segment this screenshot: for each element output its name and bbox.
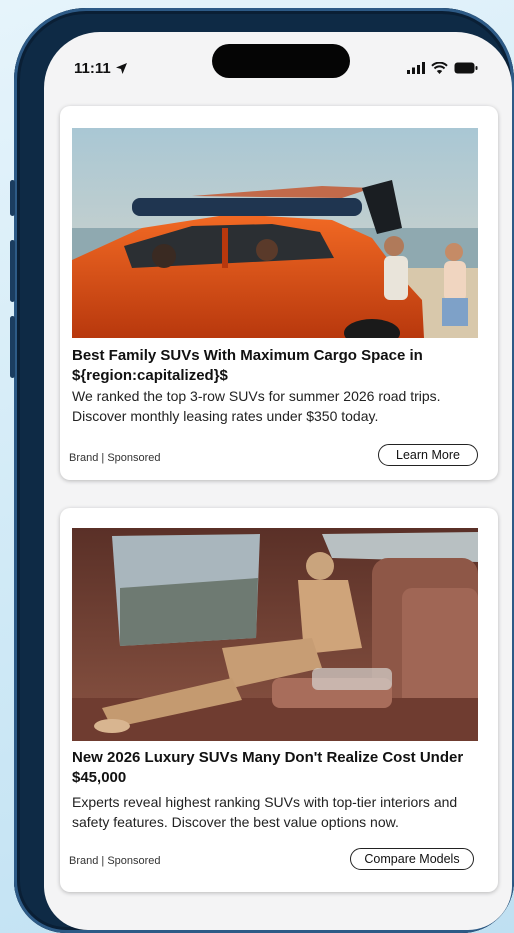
ad-description[interactable]: Experts reveal highest ranking SUVs with… <box>72 792 484 832</box>
phone-frame: 11:11 Best Family SUVs With Maximum Carg… <box>10 8 514 933</box>
ad-image-orange-suv[interactable] <box>72 128 478 338</box>
ad-headline[interactable]: New 2026 Luxury SUVs Many Don't Realize … <box>72 748 482 788</box>
phone-screen: 11:11 Best Family SUVs With Maximum Carg… <box>44 32 512 930</box>
signal-icon <box>407 62 425 74</box>
status-time-text: 11:11 <box>74 60 111 77</box>
mute-switch <box>10 180 15 216</box>
ad-brand-label: Brand | Sponsored <box>69 452 161 464</box>
wifi-icon <box>431 62 448 74</box>
status-bar: 11:11 <box>44 32 512 102</box>
ad-headline[interactable]: Best Family SUVs With Maximum Cargo Spac… <box>72 346 482 386</box>
location-arrow-icon <box>115 63 127 74</box>
ad-description[interactable]: We ranked the top 3-row SUVs for summer … <box>72 386 484 426</box>
ad-card[interactable]: New 2026 Luxury SUVs Many Don't Realize … <box>60 508 498 892</box>
ad-image-luxury-interior[interactable] <box>72 528 478 741</box>
status-time: 11:11 <box>74 60 128 77</box>
volume-up-button <box>10 240 15 302</box>
battery-icon <box>454 62 478 74</box>
learn-more-button[interactable]: Learn More <box>378 444 478 466</box>
ad-card[interactable]: Best Family SUVs With Maximum Cargo Spac… <box>60 106 498 480</box>
compare-models-button[interactable]: Compare Models <box>350 848 474 870</box>
status-icons <box>407 62 478 74</box>
volume-down-button <box>10 316 15 378</box>
ad-brand-label: Brand | Sponsored <box>69 855 161 867</box>
dynamic-island <box>212 44 350 78</box>
